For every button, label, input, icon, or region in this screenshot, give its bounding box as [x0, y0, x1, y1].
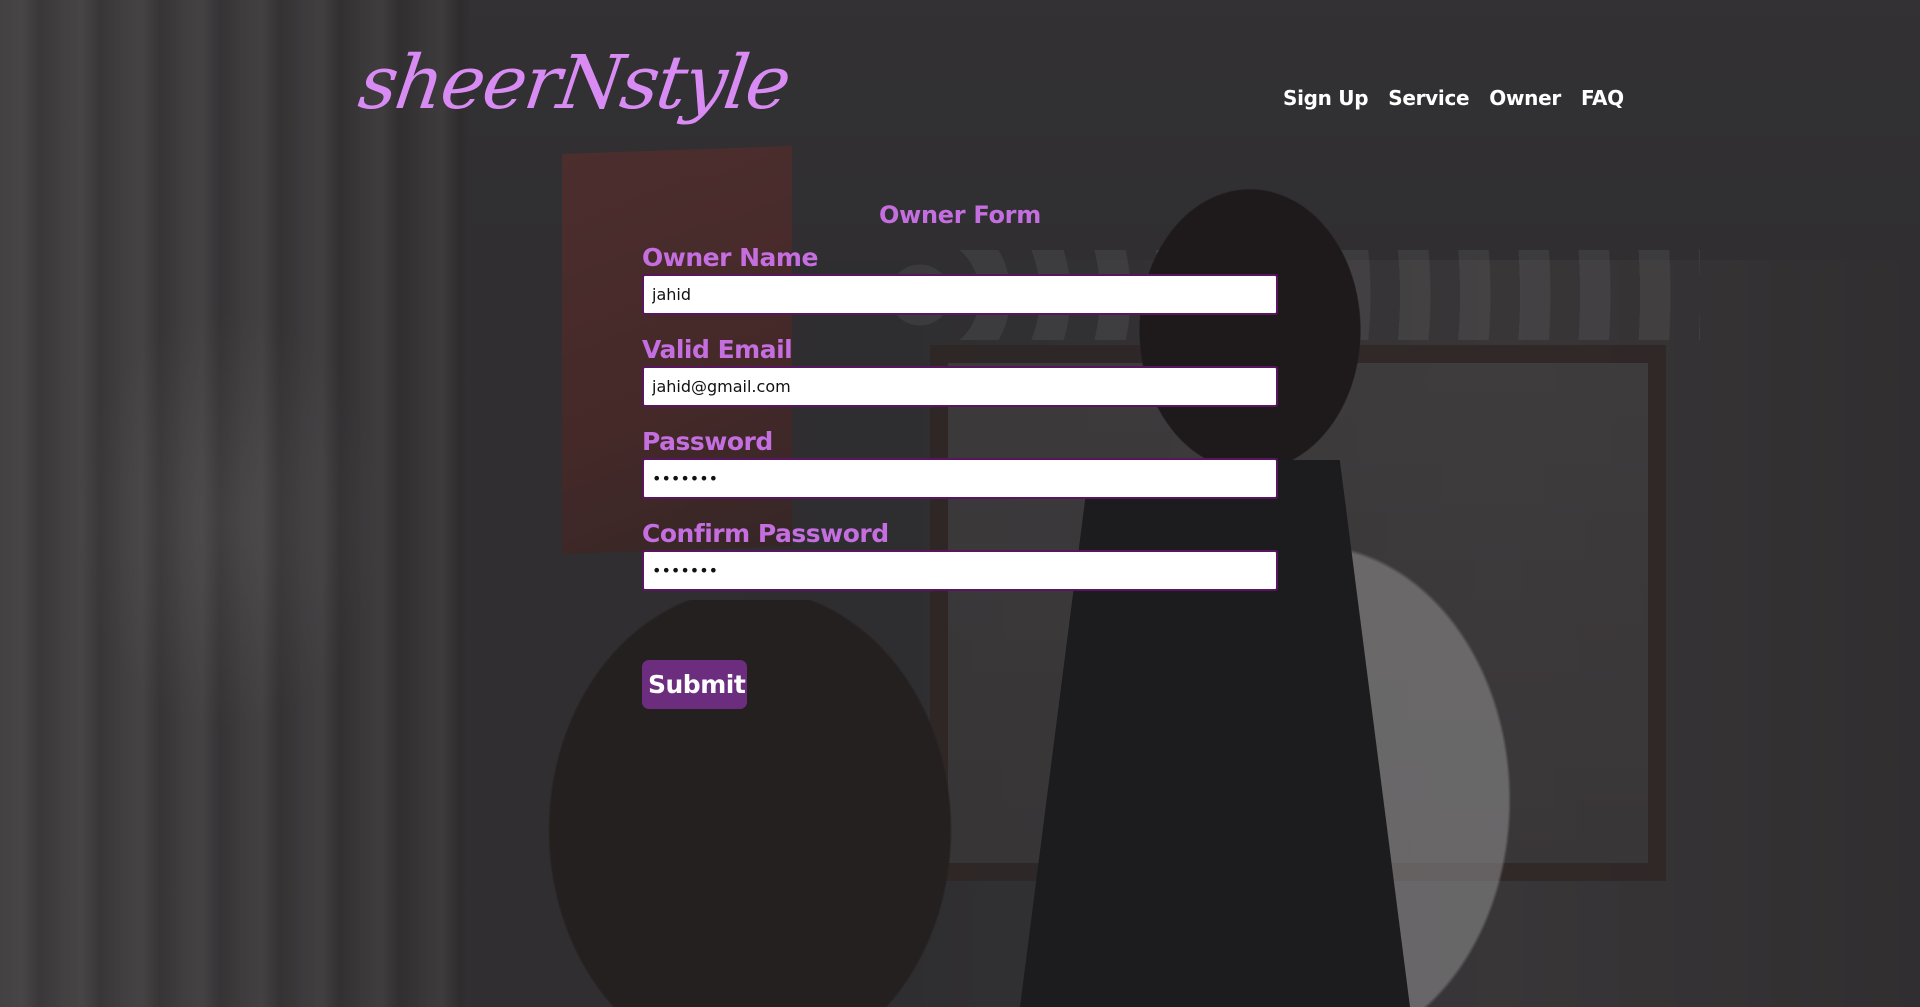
confirm-password-label: Confirm Password	[642, 519, 889, 548]
nav-link-owner[interactable]: Owner	[1489, 86, 1561, 110]
submit-button[interactable]: Submit	[642, 660, 747, 709]
password-label: Password	[642, 427, 773, 456]
form-title: Owner Form	[879, 201, 1041, 229]
email-field-group: Valid Email	[642, 334, 1278, 407]
nav-link-faq[interactable]: FAQ	[1581, 86, 1624, 110]
owner-name-label: Owner Name	[642, 243, 818, 272]
email-input[interactable]	[642, 366, 1278, 407]
confirm-password-field-group: Confirm Password	[642, 518, 1278, 591]
nav-link-service[interactable]: Service	[1388, 86, 1469, 110]
nav-link-sign-up[interactable]: Sign Up	[1283, 86, 1369, 110]
brand-logo[interactable]: sheerNstyle	[354, 10, 794, 195]
owner-form: Owner Name Valid Email Password Confirm …	[642, 242, 1278, 610]
owner-name-input[interactable]	[642, 274, 1278, 315]
email-label: Valid Email	[642, 335, 793, 364]
owner-name-field-group: Owner Name	[642, 242, 1278, 315]
logo-text: sheerNstyle	[353, 40, 795, 126]
confirm-password-input[interactable]	[642, 550, 1278, 591]
main-nav: Sign Up Service Owner FAQ	[1283, 86, 1624, 110]
password-input[interactable]	[642, 458, 1278, 499]
password-field-group: Password	[642, 426, 1278, 499]
page: sheerNstyle Sign Up Service Owner FAQ Ow…	[0, 0, 1920, 1007]
